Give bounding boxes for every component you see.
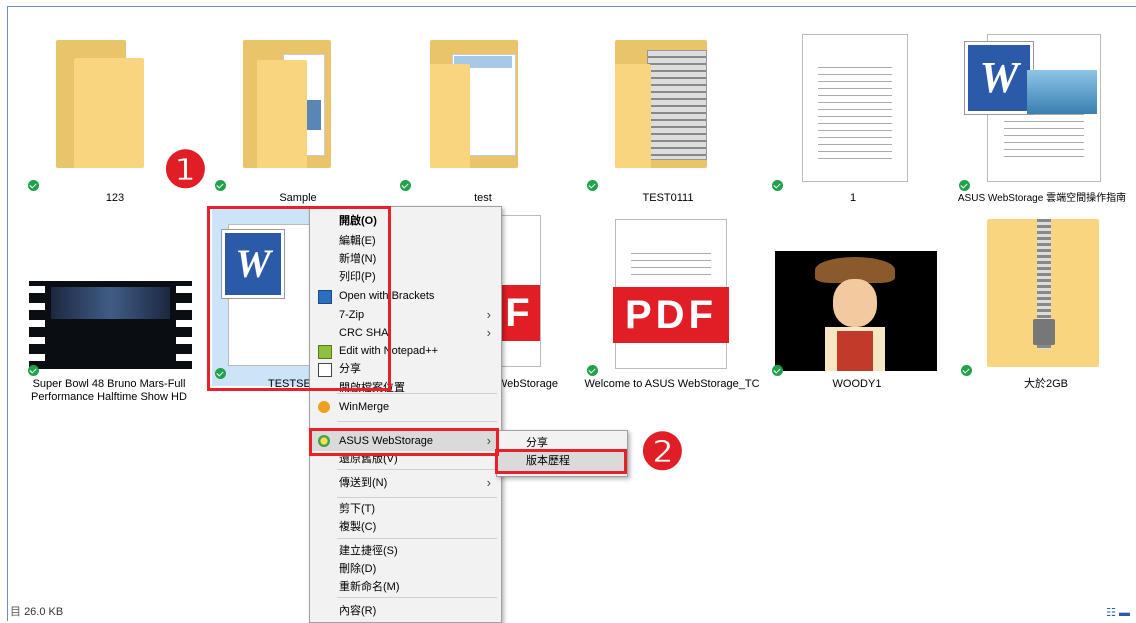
file-item-sample[interactable]: Sample bbox=[215, 30, 385, 205]
chevron-right-icon: › bbox=[486, 475, 491, 490]
menu-separator bbox=[337, 497, 497, 498]
menu-item-send-to[interactable]: 傳送到(N) › bbox=[310, 473, 501, 493]
menu-separator bbox=[337, 393, 497, 394]
sync-check-icon bbox=[28, 365, 39, 376]
file-label: WebStorage bbox=[497, 378, 558, 390]
file-label: 1 bbox=[849, 192, 857, 204]
sync-check-icon bbox=[772, 180, 783, 191]
sync-check-icon bbox=[400, 180, 411, 191]
menu-separator bbox=[337, 421, 497, 422]
file-item-super-bowl-video[interactable]: Super Bowl 48 Bruno Mars-Full Performanc… bbox=[20, 215, 200, 415]
document-icon bbox=[802, 34, 908, 182]
menu-separator bbox=[337, 538, 497, 539]
image-thumbnail bbox=[775, 251, 937, 371]
file-item-asus-guide[interactable]: W ASUS WebStorage 雲端空間操作指南 bbox=[955, 30, 1135, 205]
list-icon: 目 bbox=[10, 606, 21, 618]
pdf-label: PDF bbox=[613, 287, 729, 343]
step-badge-2: ❷ bbox=[640, 424, 685, 480]
menu-item-rename[interactable]: 重新命名(M) bbox=[310, 577, 501, 597]
menu-item-winmerge[interactable]: WinMerge bbox=[310, 397, 501, 417]
sync-check-icon bbox=[772, 365, 783, 376]
file-item-woody[interactable]: WOODY1 bbox=[770, 215, 945, 395]
file-label: ASUS WebStorage 雲端空間操作指南 bbox=[957, 193, 1127, 204]
file-item-test0111[interactable]: TEST0111 bbox=[585, 30, 755, 205]
winmerge-icon bbox=[318, 401, 330, 413]
file-label: Super Bowl 48 Bruno Mars-Full Performanc… bbox=[31, 378, 187, 403]
folder-icon bbox=[243, 40, 331, 168]
details-view-icon[interactable]: ☷ bbox=[1106, 607, 1116, 619]
chevron-right-icon: › bbox=[486, 325, 491, 340]
file-label: Sample bbox=[279, 192, 317, 204]
sync-check-icon bbox=[215, 180, 226, 191]
file-item-zip[interactable]: 大於2GB bbox=[955, 215, 1135, 395]
file-item-webstorage-pdf[interactable]: F WebStorage bbox=[495, 215, 595, 395]
step-badge-1: ❶ bbox=[163, 142, 208, 198]
file-label: WOODY1 bbox=[832, 378, 882, 390]
large-icons-view-icon[interactable]: ▬ bbox=[1119, 607, 1130, 619]
highlight-box-version-history bbox=[495, 449, 627, 474]
file-item-1[interactable]: 1 bbox=[770, 30, 940, 205]
video-thumbnail bbox=[29, 281, 192, 369]
status-size: 26.0 KB bbox=[24, 606, 64, 618]
file-label: 大於2GB bbox=[1023, 378, 1068, 390]
sync-check-icon bbox=[959, 180, 970, 191]
sync-check-icon bbox=[587, 180, 598, 191]
chevron-right-icon: › bbox=[486, 307, 491, 322]
sync-check-icon bbox=[28, 180, 39, 191]
word-logo-icon: W bbox=[964, 41, 1034, 115]
status-bar: 目 26.0 KB bbox=[10, 603, 63, 619]
menu-item-properties[interactable]: 內容(R) bbox=[310, 601, 501, 621]
view-toggle[interactable]: ☷ ▬ bbox=[1106, 606, 1130, 619]
sync-check-icon bbox=[961, 365, 972, 376]
menu-separator bbox=[337, 469, 497, 470]
menu-separator bbox=[337, 597, 497, 598]
folder-icon bbox=[615, 40, 707, 168]
highlight-box-asus-menu bbox=[309, 428, 499, 456]
file-item-test[interactable]: test bbox=[400, 30, 570, 205]
menu-item-copy[interactable]: 複製(C) bbox=[310, 517, 501, 537]
file-label: Welcome to ASUS WebStorage_TC bbox=[584, 378, 760, 390]
folder-icon bbox=[430, 40, 518, 168]
menu-item-cut[interactable]: 剪下(T) bbox=[310, 499, 501, 519]
folder-icon bbox=[56, 40, 144, 168]
file-label: TEST0111 bbox=[642, 192, 694, 204]
highlight-box-file bbox=[207, 206, 391, 391]
menu-item-delete[interactable]: 刪除(D) bbox=[310, 559, 501, 579]
file-label: test bbox=[474, 192, 492, 204]
file-item-welcome-pdf[interactable]: PDF Welcome to ASUS WebStorage_TC bbox=[584, 215, 760, 395]
menu-item-create-shortcut[interactable]: 建立捷徑(S) bbox=[310, 541, 501, 561]
sync-check-icon bbox=[587, 365, 598, 376]
zip-folder-icon bbox=[987, 219, 1099, 367]
